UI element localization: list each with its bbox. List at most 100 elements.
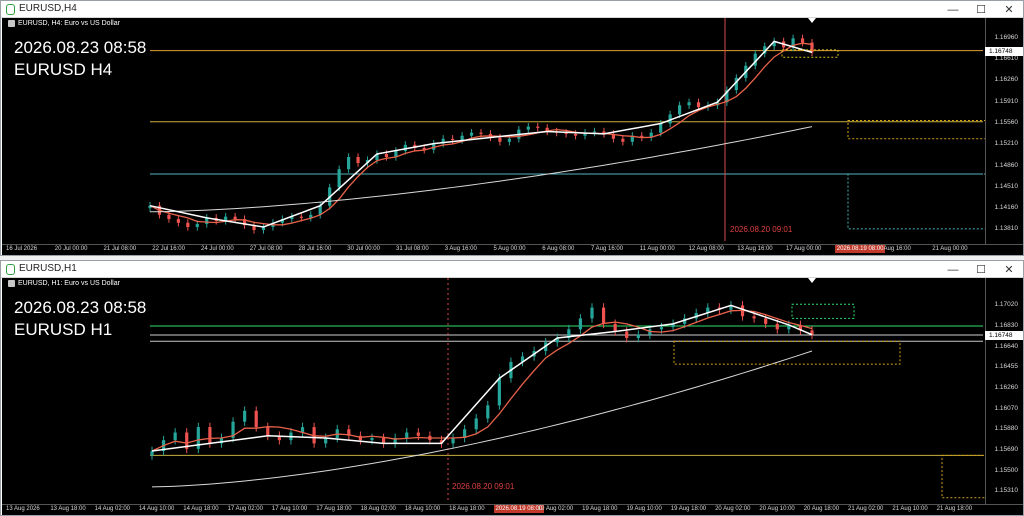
chart-window-h4[interactable]: EURUSD,H4 — ☐ ✕ EURUSD, H4: Euro vs US D…: [0, 0, 1024, 256]
chart-header: EURUSD, H4: Euro vs US Dollar: [8, 20, 120, 27]
title-bar[interactable]: EURUSD,H1 — ☐ ✕: [1, 261, 1023, 278]
bear-candle: [299, 216, 303, 218]
time-tick-label: 19 Aug 02:00: [537, 506, 574, 512]
price-tick-label: 1.15880: [994, 425, 1019, 433]
time-tick-label: 18 Aug 02:00: [360, 506, 396, 512]
projection-box: [673, 340, 901, 365]
bear-candle: [208, 427, 212, 444]
time-tick-label: 28 Jul 16:00: [298, 246, 332, 252]
price-chart-h4[interactable]: EURUSD, H4: Euro vs US Dollar 2026.08.23…: [2, 18, 1023, 255]
bull-candle: [195, 223, 199, 228]
price-scale[interactable]: 1.16960 1.16610 1.16260 1.15910 1.15560 1.152…: [985, 18, 1023, 255]
bull-candle: [659, 123, 663, 133]
chart-window-h1[interactable]: EURUSD,H1 — ☐ ✕ EURUSD, H1: Euro vs US D…: [0, 260, 1024, 516]
close-button[interactable]: ✕: [995, 1, 1023, 18]
bear-candle: [416, 432, 420, 436]
bear-candle: [254, 410, 258, 428]
time-tick-label: 3 Aug 16:00: [444, 246, 477, 252]
time-tick-label: Aug 16:00: [883, 246, 911, 252]
vline-time-label: 2026.08.20 09:01: [452, 482, 515, 491]
bear-candle: [176, 219, 180, 223]
time-tick-label: 12 Aug 08:00: [688, 246, 724, 252]
chart-window-icon: [6, 4, 15, 15]
price-tick-label: 1.17020: [994, 301, 1019, 309]
close-button[interactable]: ✕: [995, 261, 1023, 278]
bull-candle: [659, 327, 664, 330]
time-tick-label: 11 Aug 00:00: [639, 246, 675, 252]
price-tick-label: 1.15690: [994, 445, 1019, 453]
bull-candle: [474, 418, 478, 430]
bull-candle: [592, 131, 597, 133]
price-tick-label: 1.16960: [994, 33, 1019, 41]
bull-candle: [370, 437, 374, 441]
vline-time-label: 2026.08.20 09:01: [730, 225, 793, 234]
price-tick-label: 1.16070: [994, 404, 1019, 412]
projection-box: [941, 454, 989, 499]
window-title: EURUSD,H1: [19, 263, 77, 274]
bull-candle: [486, 405, 490, 419]
chart-window-icon: [6, 264, 15, 275]
bear-candle: [613, 323, 617, 332]
minimize-button[interactable]: —: [939, 1, 967, 18]
bear-candle: [621, 138, 625, 142]
time-tick-label: 14 Aug 10:00: [138, 506, 175, 512]
maximize-button[interactable]: ☐: [967, 261, 995, 278]
price-tick-label: 1.15310: [994, 487, 1019, 495]
time-tick-label: 17 Aug 00:00: [786, 246, 822, 252]
bear-candle: [696, 102, 701, 108]
chart-canvas[interactable]: [2, 278, 1023, 515]
projection-box: [791, 303, 855, 319]
current-price-label: 1.16748: [985, 330, 1023, 340]
time-tick-label: 30 Jul 00:00: [347, 246, 380, 252]
bull-candle: [526, 126, 530, 130]
bull-candle: [451, 437, 455, 444]
symbol-description: EURUSD, H4: Euro vs US Dollar: [18, 20, 120, 27]
clock-label: 2026.08.23 08:58: [14, 298, 147, 317]
time-tick-label: 13 Aug 16:00: [737, 246, 773, 252]
selected-time-label: 2026.08.19 08:00: [834, 245, 886, 253]
time-tick-label: 18 Aug 10:00: [404, 506, 441, 512]
bear-candle: [764, 318, 768, 324]
title-bar[interactable]: EURUSD,H4 — ☐ ✕: [1, 1, 1023, 18]
bull-candle: [497, 378, 501, 406]
bear-candle: [752, 316, 756, 319]
projection-box: [847, 120, 989, 140]
current-time-marker-icon: [808, 18, 816, 23]
price-chart-h1[interactable]: EURUSD, H1: Euro vs US Dollar 2026.08.23…: [2, 278, 1023, 515]
time-tick-label: 27 Jul 08:00: [249, 246, 283, 252]
price-tick-label: 1.15500: [994, 466, 1019, 474]
flag-icon: [8, 20, 15, 27]
time-scale[interactable]: 13 Aug 2026 13 Aug 18:00 14 Aug 02:00 14 Au…: [2, 504, 1023, 515]
price-scale[interactable]: 1.17020 1.16830 1.16640 1.16455 1.16260 1.160…: [985, 278, 1023, 515]
bull-candle: [687, 102, 691, 106]
chart-canvas[interactable]: [2, 18, 1023, 255]
window-title: EURUSD,H4: [19, 3, 77, 14]
bear-candle: [800, 38, 805, 43]
time-tick-label: 21 Aug 10:00: [892, 506, 928, 512]
time-tick-label: 13 Aug 2026: [6, 506, 40, 512]
time-scale[interactable]: 16 Jul 2026 20 Jul 00:00 21 Jul 08:00 22 Ju…: [2, 244, 1023, 255]
bull-candle: [636, 334, 640, 338]
bull-candle: [243, 410, 247, 422]
price-tick-label: 1.16830: [994, 322, 1019, 330]
bear-candle: [775, 323, 779, 330]
bear-candle: [479, 132, 483, 134]
time-tick-label: 6 Aug 08:00: [542, 246, 575, 252]
time-tick-label: 17 Aug 02:00: [227, 506, 263, 512]
time-tick-label: 14 Aug 18:00: [183, 506, 219, 512]
selected-time-label: 2026.08.19 08:00: [493, 505, 545, 513]
bull-candle: [507, 138, 511, 142]
symbol-description: EURUSD, H1: Euro vs US Dollar: [18, 280, 120, 287]
maximize-button[interactable]: ☐: [967, 1, 995, 18]
bull-candle: [337, 169, 341, 188]
symbol-label: EURUSD H4: [14, 60, 113, 79]
bear-candle: [266, 427, 270, 436]
time-tick-label: 20 Aug 02:00: [715, 506, 751, 512]
price-tick-label: 1.14860: [994, 161, 1019, 169]
price-tick-label: 1.16260: [994, 383, 1019, 391]
time-tick-label: 20 Aug 18:00: [803, 506, 840, 512]
bull-candle: [460, 135, 464, 140]
bear-candle: [573, 133, 578, 136]
bull-candle: [590, 307, 594, 319]
minimize-button[interactable]: —: [939, 261, 967, 278]
